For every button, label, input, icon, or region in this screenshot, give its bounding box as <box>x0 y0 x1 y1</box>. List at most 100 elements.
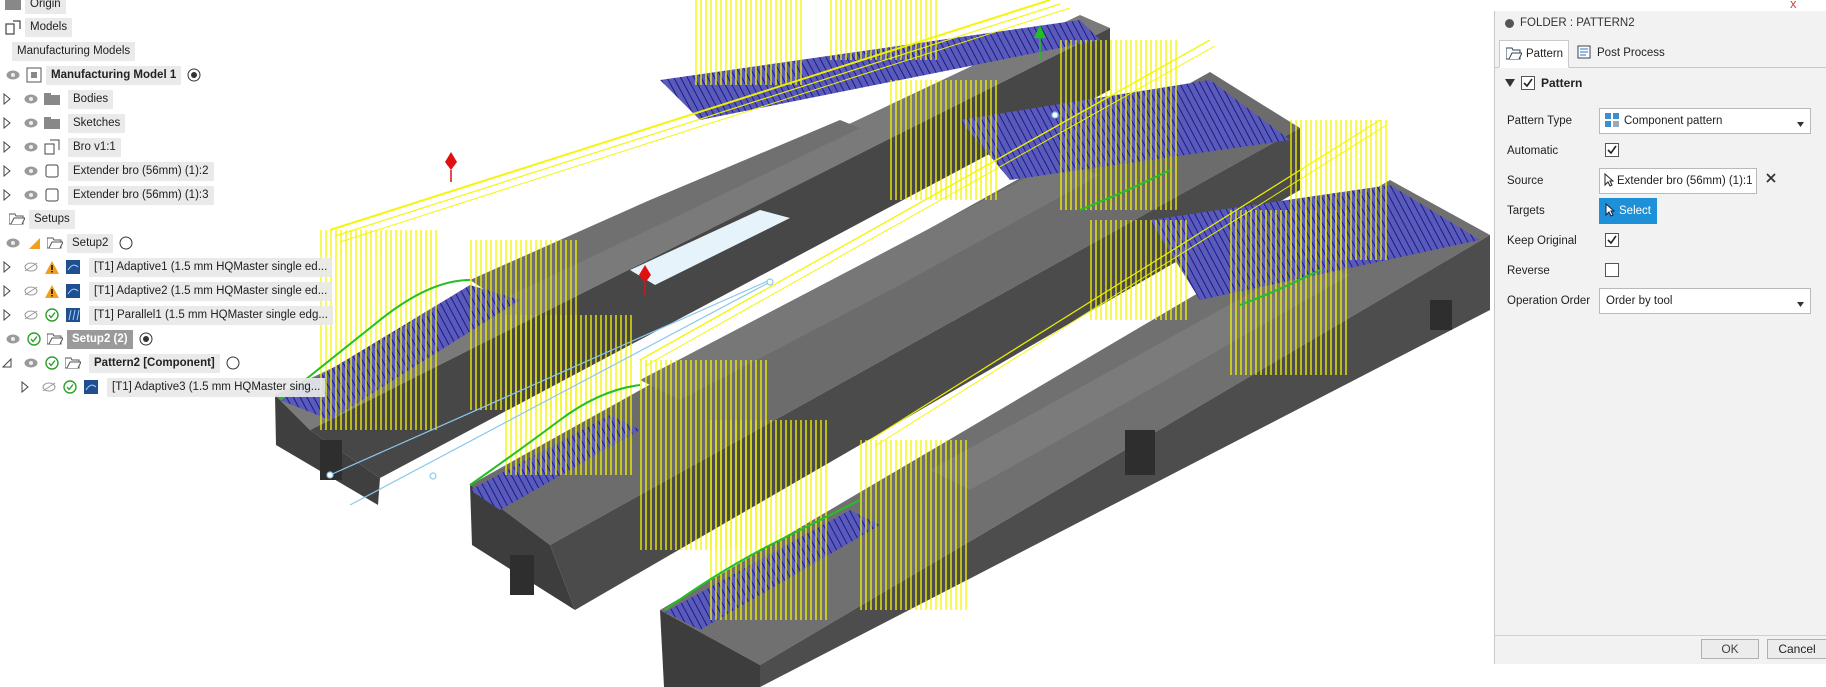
cancel-button[interactable]: Cancel <box>1767 639 1826 659</box>
tab-label: Pattern <box>1526 48 1564 60</box>
collapse-dot-icon[interactable] <box>1505 18 1514 28</box>
browser-tree: Origin Models Manufacturing Models Manuf… <box>0 0 340 400</box>
tree-item-setup2[interactable]: Setup2 <box>4 233 138 253</box>
tree-item-label: Pattern2 [Component] <box>89 353 220 373</box>
warning-icon <box>43 258 61 276</box>
tree-item-adaptive2[interactable]: [T1] Adaptive2 (1.5 mm HQMaster single e… <box>2 281 333 301</box>
tree-item-models[interactable]: Models <box>4 17 73 37</box>
activate-radio-icon[interactable] <box>117 234 135 252</box>
dropdown-arrow-icon <box>1797 298 1804 310</box>
cursor-icon <box>1604 172 1615 190</box>
tree-item-extender-2[interactable]: Extender bro (56mm) (1):2 <box>2 161 214 181</box>
tree-item-bro-v1[interactable]: Bro v1:1 <box>2 137 121 157</box>
eye-icon[interactable] <box>22 114 40 132</box>
section-enabled-checkbox[interactable] <box>1521 76 1535 90</box>
tree-item-manufacturing-model-1[interactable]: Manufacturing Model 1 <box>4 65 206 85</box>
dropdown-arrow-icon <box>1797 118 1804 130</box>
reverse-label: Reverse <box>1507 265 1550 277</box>
adaptive-op-icon <box>64 258 82 276</box>
tree-item-adaptive1[interactable]: [T1] Adaptive1 (1.5 mm HQMaster single e… <box>2 257 333 277</box>
expand-triangle-icon[interactable] <box>2 305 12 325</box>
keep-original-checkbox[interactable] <box>1605 233 1619 247</box>
eye-icon[interactable] <box>4 66 22 84</box>
expand-triangle-icon[interactable] <box>2 281 12 301</box>
pattern-dialog: FOLDER : PATTERN2 Pattern Post Process P… <box>1494 11 1826 664</box>
eye-icon[interactable] <box>22 90 40 108</box>
tree-item-setup2-2[interactable]: Setup2 (2) <box>4 329 158 349</box>
dialog-header[interactable]: FOLDER : PATTERN2 <box>1495 11 1826 35</box>
expand-triangle-icon[interactable] <box>2 161 12 181</box>
pattern-type-label: Pattern Type <box>1507 115 1572 127</box>
tree-item-label: Origin <box>25 0 66 14</box>
expand-triangle-icon[interactable] <box>2 137 12 157</box>
tree-item-manufacturing-models[interactable]: Manufacturing Models <box>0 41 136 61</box>
expand-triangle-icon[interactable] <box>20 377 30 397</box>
tab-pattern[interactable]: Pattern <box>1499 40 1569 68</box>
hidden-eye-icon[interactable] <box>22 258 40 276</box>
tree-item-adaptive3[interactable]: [T1] Adaptive3 (1.5 mm HQMaster sing... <box>20 377 326 397</box>
tree-item-label: Bodies <box>68 89 114 109</box>
hidden-eye-icon[interactable] <box>22 306 40 324</box>
source-label: Source <box>1507 175 1544 187</box>
tree-item-label: Manufacturing Model 1 <box>46 65 182 85</box>
targets-select-button[interactable]: Select <box>1599 198 1657 224</box>
ok-button[interactable]: OK <box>1701 639 1759 659</box>
tree-item-label: Manufacturing Models <box>12 41 136 61</box>
adaptive-op-icon <box>82 378 100 396</box>
reverse-checkbox[interactable] <box>1605 263 1619 277</box>
hidden-eye-icon[interactable] <box>22 282 40 300</box>
expand-triangle-icon[interactable] <box>2 89 12 109</box>
tree-item-parallel1[interactable]: [T1] Parallel1 (1.5 mm HQMaster single e… <box>2 305 333 325</box>
open-folder-icon <box>64 354 82 372</box>
tree-item-label: Models <box>25 17 73 37</box>
dialog-title: FOLDER : PATTERN2 <box>1520 17 1635 29</box>
pattern-section-header[interactable]: Pattern <box>1505 73 1582 93</box>
section-label: Pattern <box>1541 76 1583 90</box>
folder-icon <box>43 114 61 132</box>
eye-icon[interactable] <box>22 162 40 180</box>
tree-item-sketches[interactable]: Sketches <box>2 113 126 133</box>
eye-icon[interactable] <box>22 354 40 372</box>
eye-icon[interactable] <box>22 138 40 156</box>
pattern-tab-icon <box>1505 46 1523 63</box>
folder-icon <box>43 90 61 108</box>
dialog-footer-divider <box>1495 635 1826 636</box>
automatic-checkbox[interactable] <box>1605 143 1619 157</box>
hidden-eye-icon[interactable] <box>40 378 58 396</box>
open-folder-icon <box>46 234 64 252</box>
tree-item-origin[interactable]: Origin <box>4 0 66 14</box>
expand-triangle-icon[interactable] <box>2 185 12 205</box>
tree-item-label: [T1] Parallel1 (1.5 mm HQMaster single e… <box>89 305 333 325</box>
clear-source-icon[interactable] <box>1765 172 1777 184</box>
operation-order-label: Operation Order <box>1507 295 1591 307</box>
eye-icon[interactable] <box>4 234 22 252</box>
activate-radio-icon[interactable] <box>185 66 203 84</box>
close-icon[interactable]: x <box>1790 0 1797 11</box>
source-value: Extender bro (56mm) (1):1 <box>1617 175 1753 187</box>
tree-item-label: [T1] Adaptive1 (1.5 mm HQMaster single e… <box>89 257 333 277</box>
tree-item-setups[interactable]: Setups <box>8 209 75 229</box>
operation-order-value: Order by tool <box>1606 295 1673 307</box>
source-selection[interactable]: Extender bro (56mm) (1):1 <box>1599 168 1757 194</box>
dialog-tabs: Pattern Post Process <box>1495 37 1826 68</box>
eye-icon[interactable] <box>4 330 22 348</box>
component-pattern-icon <box>1604 112 1620 131</box>
section-collapse-icon[interactable] <box>1505 76 1515 90</box>
parallel-op-icon <box>64 306 82 324</box>
activate-radio-icon[interactable] <box>137 330 155 348</box>
automatic-label: Automatic <box>1507 145 1559 157</box>
tab-post-process[interactable]: Post Process <box>1573 40 1673 66</box>
tree-item-label: Bro v1:1 <box>68 137 121 157</box>
collapse-triangle-icon[interactable] <box>2 353 12 373</box>
pattern-type-select[interactable]: Component pattern <box>1599 108 1811 134</box>
expand-triangle-icon[interactable] <box>2 113 12 133</box>
activate-radio-icon[interactable] <box>224 354 242 372</box>
eye-icon[interactable] <box>22 186 40 204</box>
check-circle-icon <box>25 330 43 348</box>
body-icon <box>43 162 61 180</box>
tree-item-pattern2[interactable]: Pattern2 [Component] <box>2 353 245 373</box>
tree-item-bodies[interactable]: Bodies <box>2 89 114 109</box>
operation-order-select[interactable]: Order by tool <box>1599 288 1811 314</box>
tree-item-extender-3[interactable]: Extender bro (56mm) (1):3 <box>2 185 214 205</box>
expand-triangle-icon[interactable] <box>2 257 12 277</box>
